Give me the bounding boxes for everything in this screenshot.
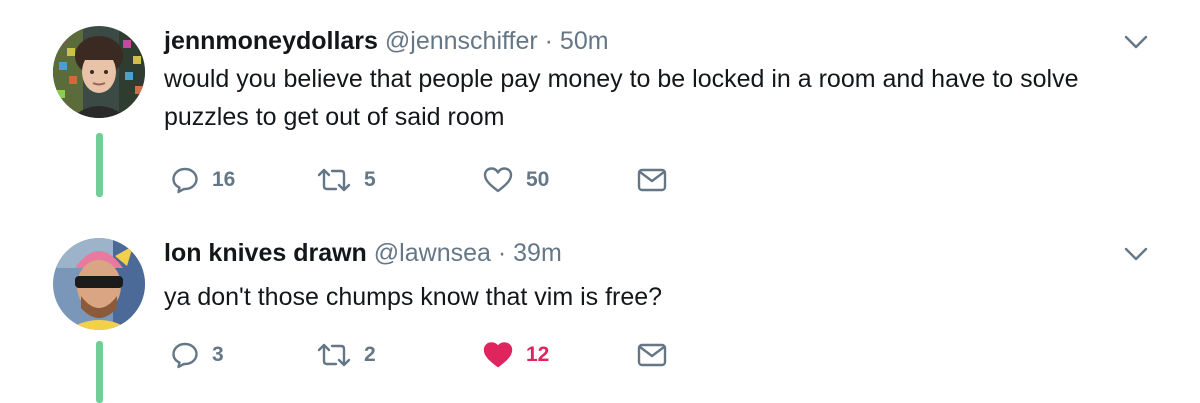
like-button[interactable]: 50 <box>482 160 549 200</box>
reply-count: 3 <box>212 343 224 366</box>
reply-icon <box>172 342 198 369</box>
retweet-icon <box>317 343 351 367</box>
tweet-text: would you believe that people pay money … <box>164 65 1079 131</box>
reply-button[interactable]: 3 <box>170 335 224 375</box>
direct-message-button[interactable] <box>636 335 668 375</box>
retweet-icon <box>317 168 351 192</box>
like-count: 50 <box>526 168 550 191</box>
timestamp[interactable]: 39m <box>513 239 562 267</box>
chevron-down-icon[interactable] <box>1122 244 1150 264</box>
timestamp[interactable]: 50m <box>560 27 609 55</box>
like-count: 12 <box>526 343 550 366</box>
display-name[interactable]: jennmoneydollars <box>164 27 378 55</box>
like-button[interactable]: 12 <box>482 335 549 375</box>
tweet-text: ya don't those chumps know that vim is f… <box>164 283 663 311</box>
heart-icon <box>483 167 513 193</box>
handle[interactable]: @lawnsea <box>374 239 491 267</box>
envelope-icon <box>637 168 667 192</box>
handle[interactable]: @jennschiffer <box>385 27 538 55</box>
chevron-down-icon[interactable] <box>1122 32 1150 52</box>
retweet-button[interactable]: 5 <box>316 160 376 200</box>
envelope-icon <box>637 343 667 367</box>
tweet-header: lon knives drawn @lawnsea · 39m <box>164 238 562 268</box>
avatar-image <box>53 26 145 118</box>
reply-count: 16 <box>212 168 236 191</box>
reply-button[interactable]: 16 <box>170 160 235 200</box>
separator: · <box>544 27 553 55</box>
thread-line <box>96 133 103 197</box>
retweet-count: 2 <box>364 343 376 366</box>
heart-icon <box>483 342 513 368</box>
tweet[interactable]: lon knives drawn @lawnsea · 39m ya don't… <box>0 205 1200 403</box>
tweet[interactable]: jennmoneydollars @jennschiffer · 50m wou… <box>0 0 1200 205</box>
tweet-header: jennmoneydollars @jennschiffer · 50m <box>164 26 609 56</box>
avatar-image <box>53 238 145 330</box>
display-name[interactable]: lon knives drawn <box>164 239 367 267</box>
thread-line <box>96 341 103 403</box>
direct-message-button[interactable] <box>636 160 668 200</box>
retweet-button[interactable]: 2 <box>316 335 376 375</box>
reply-icon <box>172 167 198 194</box>
avatar[interactable] <box>53 26 145 118</box>
separator: · <box>497 239 507 267</box>
avatar[interactable] <box>53 238 145 330</box>
retweet-count: 5 <box>364 168 376 191</box>
